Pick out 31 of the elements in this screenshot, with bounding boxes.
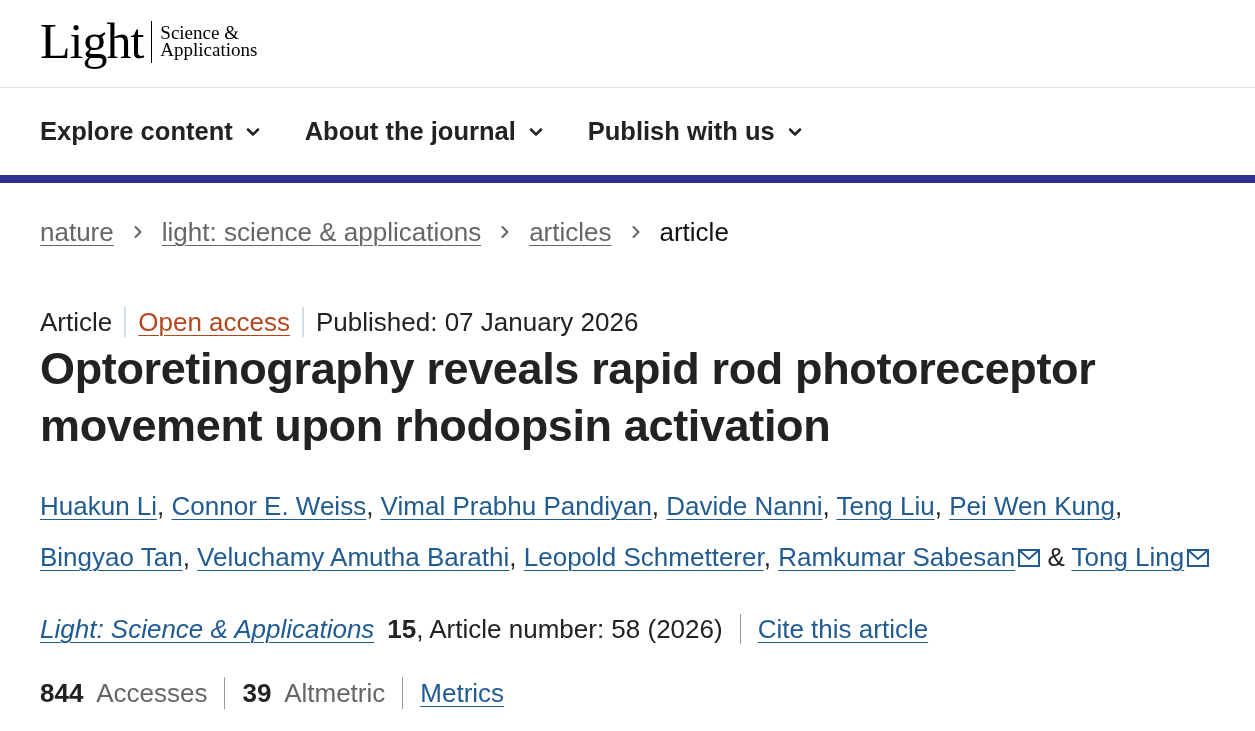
- metric-count: 844 Accesses: [40, 677, 208, 709]
- author-link[interactable]: Davide Nanni: [666, 491, 823, 521]
- author-link[interactable]: Bingyao Tan: [40, 542, 183, 572]
- mail-icon[interactable]: [1018, 549, 1041, 567]
- author-list: Huakun Li, Connor E. Weiss, Vimal Prabhu Pandiyan, Davide Nanni, Teng Liu, Pei Wen Kung, Bingyao Tan, Veluchamy Amutha Barathi, Leopold Schmetterer, Ramkumar Sabesan & Tong Ling: [40, 481, 1235, 583]
- breadcrumb-link[interactable]: articles: [529, 216, 612, 248]
- mail-icon[interactable]: [1187, 549, 1210, 567]
- author-link[interactable]: Veluchamy Amutha Barathi: [197, 542, 510, 572]
- nav-menu-button[interactable]: Explore content: [40, 112, 263, 151]
- author-link[interactable]: Connor E. Weiss: [171, 491, 367, 521]
- nav-menu-button[interactable]: Publish with us: [587, 112, 805, 151]
- metrics-link[interactable]: Metrics: [420, 677, 505, 709]
- nav-menu-button[interactable]: About the journal: [304, 112, 546, 151]
- volume-details: 15, Article number: 58 (2026): [387, 613, 723, 645]
- author-link[interactable]: Pei Wen Kung: [949, 491, 1115, 521]
- publication-date: Published: 07 January 2026: [316, 306, 639, 338]
- breadcrumb-link[interactable]: light: science & applications: [161, 216, 482, 248]
- metric-count: 39 Altmetric: [242, 677, 386, 709]
- journal-link[interactable]: Light: Science & Applications: [40, 613, 375, 645]
- author-link[interactable]: Teng Liu: [836, 491, 935, 521]
- author-link[interactable]: Tong Ling: [1071, 542, 1185, 572]
- article-title: Optoretinography reveals rapid rod photoreceptor movement upon rhodopsin activation: [40, 342, 1097, 453]
- author-link[interactable]: Leopold Schmetterer: [523, 542, 764, 572]
- open-access-link[interactable]: Open access: [138, 306, 290, 338]
- author-link[interactable]: Vimal Prabhu Pandiyan: [380, 491, 652, 521]
- breadcrumb-link[interactable]: nature: [40, 216, 114, 248]
- article-type: Article: [40, 306, 113, 338]
- author-link[interactable]: Huakun Li: [40, 491, 158, 521]
- author-link[interactable]: Ramkumar Sabesan: [778, 542, 1016, 572]
- breadcrumb-current: article: [659, 216, 729, 248]
- cite-link[interactable]: Cite this article: [757, 613, 929, 645]
